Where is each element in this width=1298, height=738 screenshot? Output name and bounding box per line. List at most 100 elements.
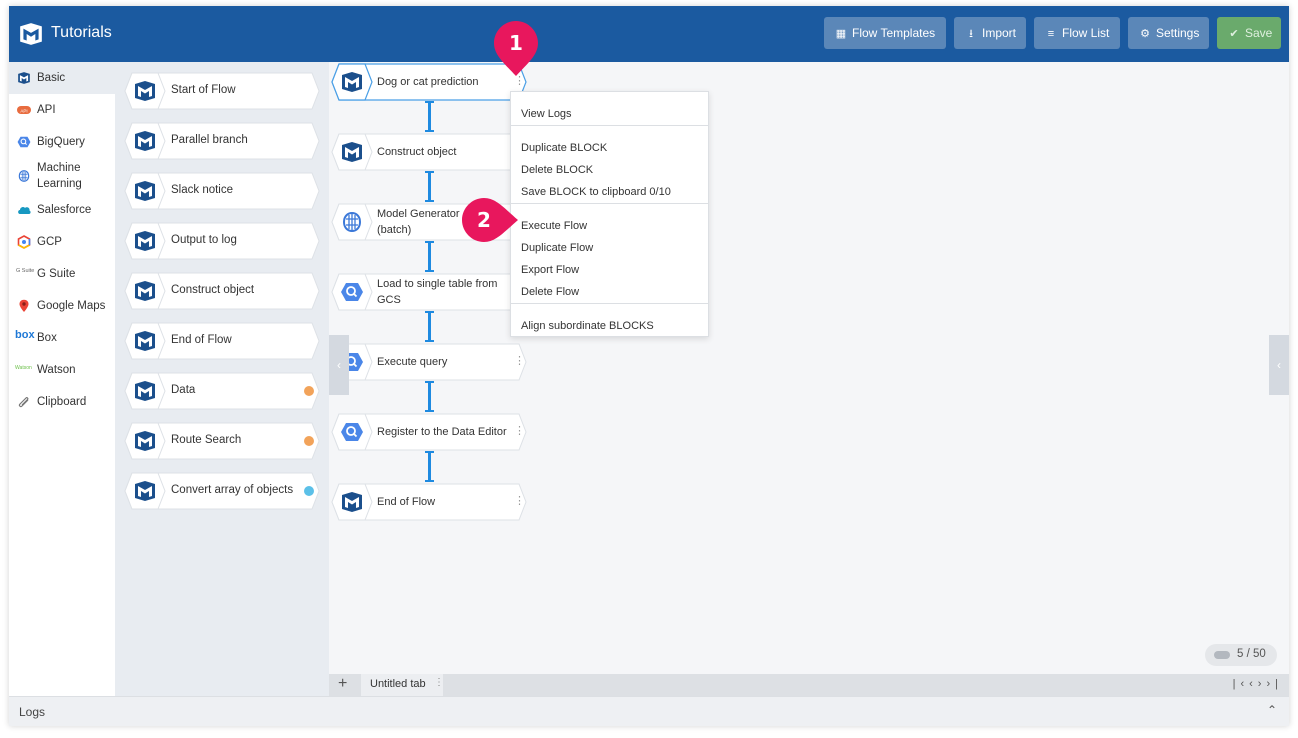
list-icon: ≡: [1047, 28, 1055, 40]
chevron-up-icon[interactable]: ⌃: [1267, 703, 1277, 717]
logs-panel[interactable]: Logs ⌃: [9, 696, 1289, 726]
top-header: Tutorials ▦ Flow Templates ⭳ Import ≡ Flow …: [9, 6, 1289, 62]
flow-list-button[interactable]: ≡ Flow List: [1034, 17, 1120, 49]
mapping-logo-icon: [340, 71, 364, 93]
category-watson[interactable]: Watson Watson: [9, 354, 115, 386]
palette-block-construct-object[interactable]: Construct object: [124, 272, 320, 310]
connector-cap: [425, 480, 434, 482]
menu-item-duplicate-block[interactable]: Duplicate BLOCK: [521, 142, 607, 154]
category-label: Watson: [37, 364, 76, 376]
flow-connector: [428, 311, 431, 342]
menu-item-view-logs[interactable]: View Logs: [521, 108, 572, 120]
palette-block-label: Slack notice: [171, 184, 234, 196]
right-panel-toggle[interactable]: ‹: [1269, 335, 1289, 395]
bigquery-icon: [340, 421, 364, 443]
category-label: BigQuery: [37, 136, 85, 148]
mapping-logo-icon: [133, 80, 157, 102]
category-gcp[interactable]: GCP: [9, 226, 115, 258]
kebab-menu-icon[interactable]: ⋮: [514, 354, 525, 367]
menu-item-export-flow[interactable]: Export Flow: [521, 264, 579, 276]
connector-cap: [425, 101, 434, 103]
palette-block-parallel-branch[interactable]: Parallel branch: [124, 122, 320, 160]
machine-learning-icon: [340, 211, 364, 233]
box-icon: box: [15, 329, 35, 341]
last-tab-icon[interactable]: ›|: [1266, 678, 1283, 690]
bigquery-icon: [340, 281, 364, 303]
watson-icon: Watson: [15, 365, 32, 371]
category-box[interactable]: box Box: [9, 322, 115, 354]
category-basic[interactable]: Basic: [9, 62, 115, 94]
tab-kebab-icon[interactable]: ⋮: [434, 677, 444, 688]
flow-templates-button[interactable]: ▦ Flow Templates: [824, 17, 946, 49]
import-button[interactable]: ⭳ Import: [954, 17, 1026, 49]
mapping-logo-icon: [133, 180, 157, 202]
block-counter: 5 / 50: [1205, 644, 1277, 666]
mapping-logo-icon: [133, 230, 157, 252]
import-label: Import: [982, 26, 1017, 40]
connector-cap: [425, 311, 434, 313]
prev-tab-icon[interactable]: ‹: [1249, 678, 1258, 690]
app-logo-icon: [18, 21, 44, 47]
tab-navigation: |‹‹››|: [1233, 678, 1283, 690]
kebab-menu-icon[interactable]: ⋮: [514, 494, 525, 507]
salesforce-cloud-icon: [18, 206, 31, 215]
connector-cap: [425, 381, 434, 383]
flow-block-label-line2: (batch): [377, 224, 412, 236]
category-api[interactable]: API API: [9, 94, 115, 126]
flow-block-label-line2: GCS: [377, 294, 401, 306]
palette-block-label: Convert array of objects: [171, 484, 294, 496]
palette-block-convert-array-of-objects[interactable]: Convert array of objects: [124, 472, 320, 510]
save-button[interactable]: ✔ Save: [1217, 17, 1281, 49]
block-counter-text: 5 / 50: [1237, 648, 1266, 660]
menu-item-delete-flow[interactable]: Delete Flow: [521, 286, 579, 298]
menu-item-align-blocks[interactable]: Align subordinate BLOCKS: [521, 320, 654, 332]
flow-list-label: Flow List: [1062, 26, 1110, 40]
settings-button[interactable]: ⚙ Settings: [1128, 17, 1209, 49]
status-dot: [304, 386, 314, 396]
svg-text:API: API: [20, 108, 27, 113]
flow-block-register-data-editor[interactable]: Register to the Data Editor ⋮: [331, 413, 527, 451]
flow-block-end-of-flow[interactable]: End of Flow ⋮: [331, 483, 527, 521]
flow-block-label-line1: Model Generator: [377, 208, 460, 220]
mapping-logo-icon: [133, 380, 157, 402]
palette-block-label: Route Search: [171, 434, 242, 446]
flow-block-load-to-single-table[interactable]: Load to single table from GCS: [331, 273, 527, 311]
flow-block-label: Dog or cat prediction: [377, 76, 479, 88]
category-label: G Suite: [37, 268, 76, 280]
palette-block-slack-notice[interactable]: Slack notice: [124, 172, 320, 210]
palette-block-data[interactable]: Data: [124, 372, 320, 410]
flow-block-label: Register to the Data Editor: [377, 426, 507, 438]
left-panel-toggle[interactable]: ‹: [329, 335, 349, 395]
menu-item-delete-block[interactable]: Delete BLOCK: [521, 164, 593, 176]
category-clipboard[interactable]: Clipboard: [9, 386, 115, 418]
palette-block-label: Parallel branch: [171, 134, 248, 146]
palette-block-label: Construct object: [171, 284, 255, 296]
palette-block-label: End of Flow: [171, 334, 232, 346]
category-bigquery[interactable]: BigQuery: [9, 126, 115, 158]
palette-block-end-of-flow[interactable]: End of Flow: [124, 322, 320, 360]
menu-item-save-block-clipboard[interactable]: Save BLOCK to clipboard 0/10: [521, 186, 671, 198]
category-google-maps[interactable]: Google Maps: [9, 290, 115, 322]
status-dot: [304, 436, 314, 446]
add-tab-button[interactable]: +: [338, 675, 347, 693]
palette-block-start-of-flow[interactable]: Start of Flow: [124, 72, 320, 110]
palette-block-output-to-log[interactable]: Output to log: [124, 222, 320, 260]
palette-block-label: Data: [171, 384, 196, 396]
menu-item-duplicate-flow[interactable]: Duplicate Flow: [521, 242, 593, 254]
connector-cap: [425, 451, 434, 453]
palette-block-route-search[interactable]: Route Search: [124, 422, 320, 460]
menu-item-execute-flow[interactable]: Execute Flow: [521, 220, 587, 232]
connector-cap: [425, 410, 434, 412]
palette-block-label: Output to log: [171, 234, 237, 246]
block-context-menu: View Logs Duplicate BLOCK Delete BLOCK S…: [510, 91, 709, 337]
flow-block-execute-query[interactable]: Execute query ⋮: [331, 343, 527, 381]
category-g-suite[interactable]: G Suite G Suite: [9, 258, 115, 290]
first-tab-icon[interactable]: |‹: [1233, 678, 1250, 690]
category-machine-learning[interactable]: Machine Learning: [9, 158, 115, 194]
tab-untitled[interactable]: Untitled tab ⋮: [361, 674, 444, 696]
connector-cap: [425, 200, 434, 202]
category-salesforce[interactable]: Salesforce: [9, 194, 115, 226]
kebab-menu-icon[interactable]: ⋮: [514, 424, 525, 437]
flow-block-construct-object[interactable]: Construct object: [331, 133, 527, 171]
flow-canvas[interactable]: Dog or cat prediction ⋮ Construct object…: [329, 62, 1289, 674]
